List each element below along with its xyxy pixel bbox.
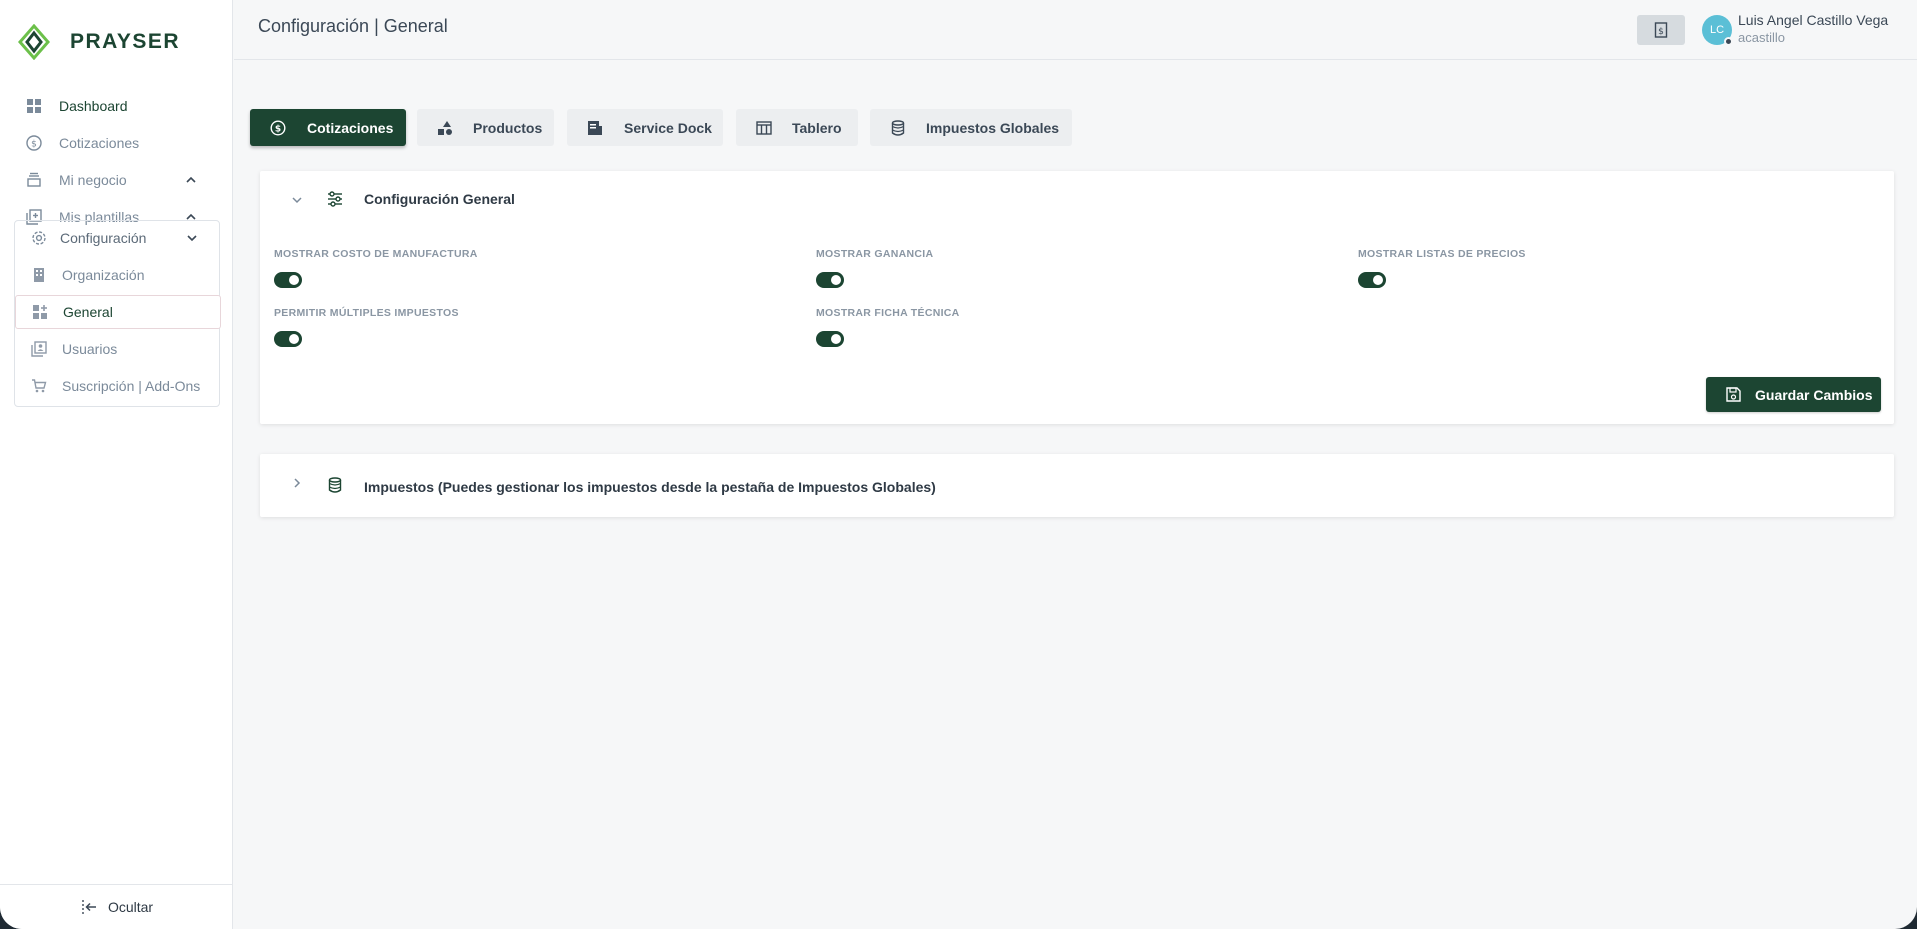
card-title: Configuración General xyxy=(364,191,515,207)
user-name: Luis Angel Castillo Vega xyxy=(1738,12,1889,28)
tab-label: Productos xyxy=(473,119,543,136)
app-frame: PRAYSER Dashboard $ Cotizaciones Mi nego… xyxy=(0,0,1917,929)
database-icon xyxy=(328,477,342,493)
tab-cotizaciones[interactable]: $ Cotizaciones xyxy=(250,109,406,146)
svg-text:$: $ xyxy=(1658,27,1664,37)
tab-service-dock[interactable]: Service Dock xyxy=(567,109,723,146)
dollar-circle-icon: $ xyxy=(270,119,286,136)
tab-label: Cotizaciones xyxy=(307,119,394,136)
sidebar-config-group: Configuración Organización General Usuar… xyxy=(14,220,221,407)
top-header: Configuración | General $ LC Luis Angel … xyxy=(234,0,1917,60)
shapes-icon xyxy=(437,120,453,136)
sidebar-item-label: Usuarios xyxy=(62,341,118,357)
chevron-down-icon xyxy=(187,235,197,242)
hide-sidebar-label: Ocultar xyxy=(107,899,154,915)
setting-ganancia: Mostrar ganancia xyxy=(816,248,933,288)
setting-label: Permitir múltiples impuestos xyxy=(274,307,459,319)
page-title: Configuración | General xyxy=(258,16,448,36)
sidebar-item-cotizaciones[interactable]: $ Cotizaciones xyxy=(0,126,233,160)
users-icon xyxy=(31,341,47,357)
svg-text:$: $ xyxy=(31,140,37,150)
tab-label: Tablero xyxy=(792,119,842,136)
sidebar-item-label: Cotizaciones xyxy=(59,135,140,151)
floppy-disk-icon xyxy=(1726,387,1741,402)
toggle-switch[interactable] xyxy=(1358,272,1386,288)
save-button[interactable]: Guardar Cambios xyxy=(1706,377,1881,412)
sliders-icon xyxy=(328,191,342,207)
grid-plus-icon xyxy=(32,304,48,320)
toggle-switch[interactable] xyxy=(816,272,844,288)
sidebar-item-suscripcion[interactable]: Suscripción | Add-Ons xyxy=(15,369,221,403)
card-title: Impuestos (Puedes gestionar los impuesto… xyxy=(364,479,936,495)
general-config-header[interactable]: Configuración General xyxy=(260,171,1894,229)
avatar-initials: LC xyxy=(1709,24,1725,36)
collapse-left-icon xyxy=(82,900,96,914)
taxes-card: Impuestos (Puedes gestionar los impuesto… xyxy=(260,454,1894,517)
prayser-logo-icon xyxy=(18,24,50,60)
brand-logo[interactable]: PRAYSER xyxy=(18,24,180,60)
sidebar-item-mi-negocio[interactable]: Mi negocio xyxy=(0,163,233,197)
user-avatar[interactable]: LC xyxy=(1702,15,1733,46)
setting-manufactura: Mostrar costo de manufactura xyxy=(274,248,478,288)
billing-button[interactable]: $ xyxy=(1637,15,1685,45)
box-stack-icon xyxy=(25,171,43,189)
sidebar-item-label: Mi negocio xyxy=(59,172,127,188)
chevron-right-icon xyxy=(294,478,301,488)
sidebar-config-label: Configuración xyxy=(60,230,147,246)
dollar-document-icon: $ xyxy=(1654,22,1668,38)
sidebar-item-label: General xyxy=(63,304,113,320)
general-config-card: Configuración General Mostrar costo de m… xyxy=(260,171,1894,424)
hide-sidebar-button[interactable]: Ocultar xyxy=(0,884,233,929)
user-handle: acastillo xyxy=(1738,30,1785,45)
taxes-card-header[interactable]: Impuestos (Puedes gestionar los impuesto… xyxy=(260,454,1894,517)
dollar-circle-icon: $ xyxy=(25,134,43,152)
svg-text:$: $ xyxy=(275,124,281,134)
chevron-up-icon xyxy=(186,176,196,183)
chevron-down-icon xyxy=(292,197,302,204)
sidebar-item-general[interactable]: General xyxy=(15,295,221,329)
tab-productos[interactable]: Productos xyxy=(417,109,554,146)
toggle-switch[interactable] xyxy=(274,331,302,347)
sidebar-item-label: Suscripción | Add-Ons xyxy=(62,378,201,394)
columns-icon xyxy=(756,120,772,136)
save-label: Guardar Cambios xyxy=(1755,386,1873,403)
toggle-switch[interactable] xyxy=(274,272,302,288)
setting-label: Mostrar ficha técnica xyxy=(816,307,960,319)
tab-label: Impuestos Globales xyxy=(926,119,1060,136)
building-icon xyxy=(31,267,47,283)
status-dot xyxy=(1724,37,1733,46)
setting-ficha-tecnica: Mostrar ficha técnica xyxy=(816,307,960,347)
sidebar-item-label: Organización xyxy=(62,267,145,283)
sidebar: PRAYSER Dashboard $ Cotizaciones Mi nego… xyxy=(0,0,233,929)
gear-icon xyxy=(31,230,47,246)
dashboard-icon xyxy=(25,97,43,115)
sidebar-item-label: Dashboard xyxy=(59,98,128,114)
sidebar-item-organizacion[interactable]: Organización xyxy=(15,258,221,292)
setting-label: Mostrar costo de manufactura xyxy=(274,248,478,260)
toggle-switch[interactable] xyxy=(816,331,844,347)
sidebar-item-configuracion[interactable]: Configuración xyxy=(15,221,221,255)
tab-tablero[interactable]: Tablero xyxy=(736,109,858,146)
setting-listas-precios: Mostrar listas de precios xyxy=(1358,248,1526,288)
database-icon xyxy=(890,119,906,136)
sidebar-item-dashboard[interactable]: Dashboard xyxy=(0,89,233,123)
tab-label: Service Dock xyxy=(624,119,712,136)
cart-icon xyxy=(31,378,47,394)
setting-label: Mostrar listas de precios xyxy=(1358,248,1526,260)
setting-multiples-impuestos: Permitir múltiples impuestos xyxy=(274,307,459,347)
brand-name: PRAYSER xyxy=(70,30,181,53)
tab-impuestos-globales[interactable]: Impuestos Globales xyxy=(870,109,1072,146)
document-icon xyxy=(587,120,603,136)
sidebar-item-usuarios[interactable]: Usuarios xyxy=(15,332,221,366)
setting-label: Mostrar ganancia xyxy=(816,248,934,260)
